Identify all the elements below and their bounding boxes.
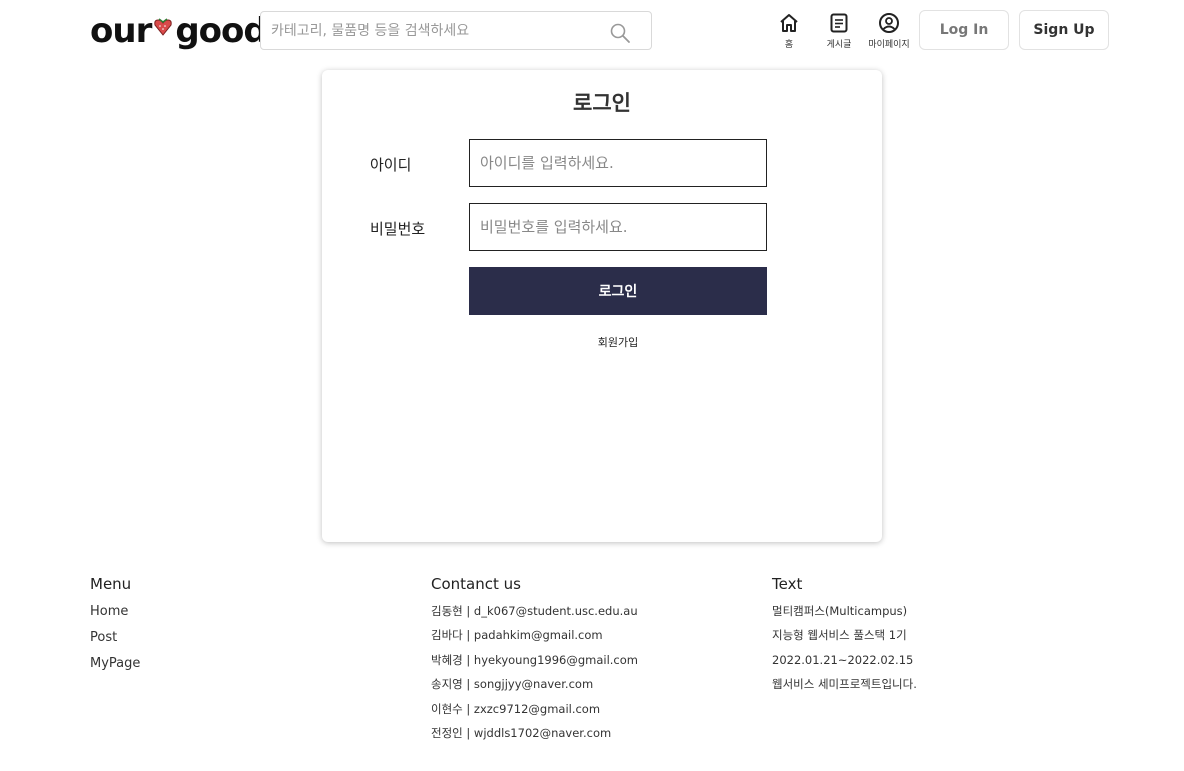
signup-button[interactable]: Sign Up [1019, 10, 1109, 50]
logo[interactable]: our goods [90, 10, 287, 52]
login-button[interactable]: Log In [919, 10, 1009, 50]
document-icon [830, 13, 848, 33]
contact-item: 박혜경 | hyekyoung1996@gmail.com [431, 652, 638, 667]
nav-posts[interactable]: 게시글 [814, 12, 864, 50]
id-label: 아이디 [370, 156, 412, 174]
nav-posts-label: 게시글 [826, 40, 852, 50]
footer-menu-title: Menu [90, 575, 132, 593]
nav-mypage[interactable]: 마이페이지 [864, 12, 914, 50]
nav-home-label: 홈 [784, 40, 794, 50]
contact-item: 전정인 | wjddls1702@naver.com [431, 726, 612, 741]
footer-text-title: Text [772, 575, 803, 593]
search-bar [260, 11, 652, 50]
logo-text-our: our [90, 11, 152, 51]
text-item: 2022.01.21~2022.02.15 [772, 652, 914, 667]
footer-contact-title: Contanct us [431, 575, 521, 593]
login-submit-button[interactable]: 로그인 [469, 267, 767, 315]
strawberry-heart-icon [154, 18, 173, 36]
signup-link[interactable]: 회원가입 [469, 334, 767, 350]
nav-home[interactable]: 홈 [764, 12, 814, 50]
footer-link-home[interactable]: Home [90, 599, 140, 625]
contact-item: 김동현 | d_k067@student.usc.edu.au [431, 604, 638, 618]
password-label: 비밀번호 [370, 220, 426, 238]
search-icon[interactable] [609, 22, 631, 44]
login-title: 로그인 [573, 91, 631, 115]
footer-link-mypage[interactable]: MyPage [90, 651, 140, 677]
nav-mypage-label: 마이페이지 [868, 40, 910, 50]
text-item: 지능형 웹서비스 풀스택 1기 [772, 628, 907, 643]
search-input[interactable] [271, 12, 601, 49]
id-input[interactable] [469, 139, 767, 187]
footer-contact: Contanct us 김동현 | d_k067@student.usc.edu… [431, 575, 638, 745]
footer-menu: Menu Home Post MyPage [90, 575, 140, 677]
footer-text: Text 멀티캠퍼스(Multicampus) 지능형 웹서비스 풀스택 1기 … [772, 575, 917, 697]
text-item: 웹서비스 세미프로젝트입니다. [772, 677, 917, 692]
home-icon [780, 14, 798, 32]
login-card: 로그인 아이디 비밀번호 로그인 회원가입 [322, 70, 882, 542]
password-input[interactable] [469, 203, 767, 251]
contact-item: 김바다 | padahkim@gmail.com [431, 628, 603, 643]
contact-item: 송지영 | songjjyy@naver.com [431, 677, 594, 692]
footer-link-post[interactable]: Post [90, 625, 140, 651]
text-item: 멀티캠퍼스(Multicampus) [772, 604, 908, 618]
user-circle-icon [879, 13, 899, 33]
contact-item: 이현수 | zxzc9712@gmail.com [431, 701, 601, 716]
